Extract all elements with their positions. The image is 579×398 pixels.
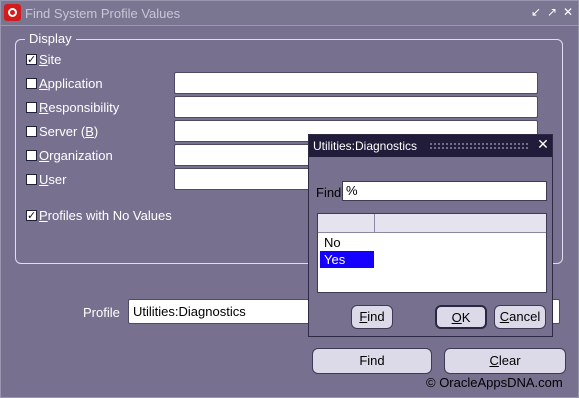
watermark: © OracleAppsDNA.com — [426, 375, 563, 390]
close-icon[interactable]: ✕ — [535, 137, 551, 153]
close-icon[interactable]: ✕ — [561, 5, 575, 19]
list-header — [318, 214, 546, 233]
server-checkbox[interactable] — [26, 126, 37, 137]
dialog-find-button[interactable]: Find — [351, 305, 393, 329]
user-checkbox[interactable] — [26, 174, 37, 185]
cancel-button[interactable]: Cancel — [494, 305, 546, 329]
oracle-app-icon — [4, 4, 21, 21]
maximize-icon[interactable]: ↗ — [545, 5, 559, 19]
responsibility-field[interactable] — [174, 96, 538, 118]
values-list[interactable]: No Yes — [317, 213, 547, 293]
user-label[interactable]: User — [39, 172, 66, 187]
title-bar[interactable]: Find System Profile Values ↙ ↗ ✕ — [1, 1, 578, 26]
server-label[interactable]: Server (B) — [39, 124, 98, 139]
responsibility-label[interactable]: Responsibility — [39, 100, 119, 115]
organization-checkbox[interactable] — [26, 150, 37, 161]
dialog-find-label: Find — [316, 185, 342, 200]
application-label[interactable]: Application — [39, 76, 103, 91]
list-header-divider — [374, 214, 375, 232]
dialog-find-input[interactable]: % — [342, 181, 547, 201]
dialog-title: Utilities:Diagnostics — [313, 139, 418, 153]
responsibility-checkbox[interactable] — [26, 102, 37, 113]
organization-label[interactable]: Organization — [39, 148, 113, 163]
display-group-label: Display — [25, 31, 76, 46]
application-field[interactable] — [174, 72, 538, 94]
minimize-icon[interactable]: ↙ — [529, 5, 543, 19]
profile-label: Profile — [83, 305, 120, 320]
site-label[interactable]: Site — [39, 52, 61, 67]
profiles-no-values-checkbox[interactable]: ✓ — [26, 210, 37, 221]
application-checkbox[interactable] — [26, 78, 37, 89]
dialog-title-bar[interactable]: Utilities:Diagnostics ✕ — [309, 135, 552, 157]
profiles-no-values-label[interactable]: Profiles with No Values — [39, 208, 172, 223]
window-title: Find System Profile Values — [25, 6, 181, 21]
site-checkbox[interactable]: ✓ — [26, 54, 37, 65]
list-item-no[interactable]: No — [320, 234, 374, 251]
find-button[interactable]: Find — [312, 348, 432, 374]
drag-grip[interactable] — [429, 142, 529, 150]
ok-button[interactable]: OK — [435, 305, 487, 329]
list-item-yes[interactable]: Yes — [320, 251, 374, 268]
lov-dialog: Utilities:Diagnostics ✕ Find % No Yes Fi… — [308, 134, 553, 337]
clear-button[interactable]: Clear — [444, 348, 566, 374]
